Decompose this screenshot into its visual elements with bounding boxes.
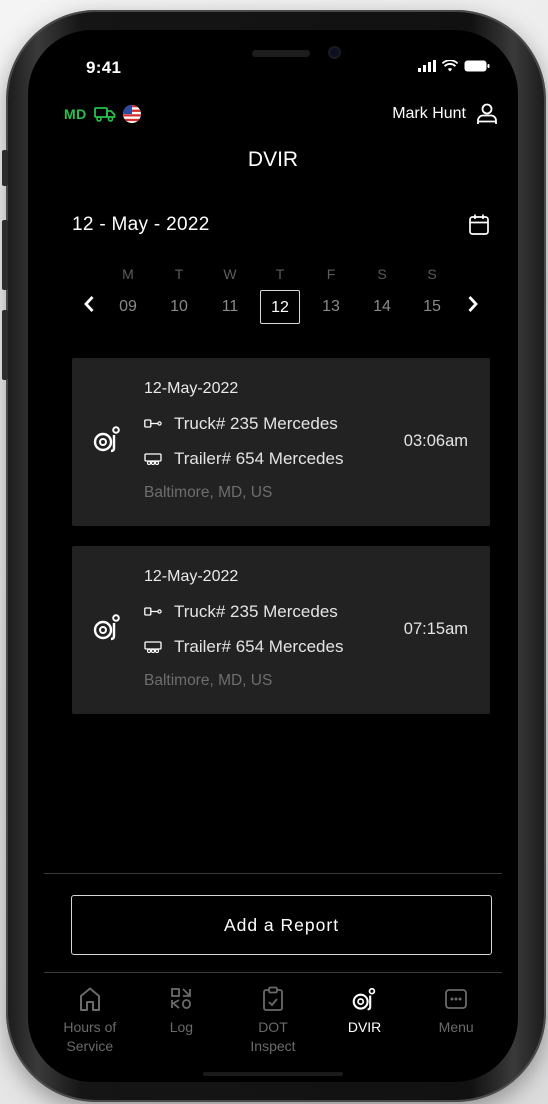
tab-label: Menu [438, 1019, 474, 1035]
trailer-line: Trailer# 654 Mercedes [144, 637, 343, 657]
day-name: T [174, 266, 184, 282]
status-time: 9:41 [86, 58, 122, 77]
trailer-icon [144, 641, 162, 653]
earpiece-speaker [252, 50, 310, 57]
day-wednesday[interactable]: W 11 [210, 266, 250, 324]
tab-label: Hours of Service [63, 1019, 117, 1054]
report-date: 12-May-2022 [144, 380, 239, 397]
dvir-icon [93, 614, 120, 641]
truck-line: Truck# 235 Mercedes [144, 414, 338, 434]
app-screen: 9:41 MD Mark Hunt DVIR 12 - May - 2022 M… [28, 30, 518, 1082]
report-location: Baltimore, MD, US [144, 672, 273, 689]
trailer-line: Trailer# 654 Mercedes [144, 449, 343, 469]
divider [44, 972, 502, 973]
home-icon [79, 987, 100, 1011]
day-name: F [326, 266, 336, 282]
truck-label: Truck# 235 Mercedes [174, 602, 338, 621]
day-number[interactable]: 09 [108, 290, 148, 324]
day-number[interactable]: 14 [362, 290, 402, 324]
trailer-label: Trailer# 654 Mercedes [174, 449, 344, 468]
chevron-left-icon [84, 296, 94, 312]
truck-label: Truck# 235 Mercedes [174, 414, 338, 433]
battery-icon [464, 60, 490, 72]
day-number[interactable]: 10 [159, 290, 199, 324]
truck-icon [93, 107, 116, 122]
day-name: M [122, 266, 134, 282]
volume-up-button [2, 220, 8, 290]
report-card[interactable]: 12-May-2022 Truck# 235 Mercedes Trailer#… [72, 358, 490, 526]
signal-icon [418, 60, 436, 72]
tab-label: DOT Inspect [250, 1019, 296, 1054]
day-friday[interactable]: F 13 [311, 266, 351, 324]
report-date: 12-May-2022 [144, 568, 239, 585]
day-number[interactable]: 13 [311, 290, 351, 324]
dvir-icon [352, 987, 375, 1011]
status-badges: MD [64, 105, 141, 123]
week-strip: M 09 T 10 W 11 T 12 F 13 S 14 S 15 [78, 266, 488, 326]
day-tuesday[interactable]: T 10 [159, 266, 199, 324]
truck-key-icon [144, 419, 162, 428]
day-number[interactable]: 15 [412, 290, 452, 324]
truck-key-icon [144, 607, 162, 616]
us-flag-icon [122, 105, 141, 123]
user-icon [477, 103, 497, 124]
next-week-arrow[interactable] [462, 292, 484, 316]
report-list: 12-May-2022 Truck# 235 Mercedes Trailer#… [72, 358, 490, 734]
day-number[interactable]: 11 [210, 290, 250, 324]
tab-label: Log [169, 1019, 194, 1035]
day-thursday-selected[interactable]: T 12 [260, 266, 300, 324]
report-card[interactable]: 12-May-2022 Truck# 235 Mercedes Trailer#… [72, 546, 490, 714]
day-name: W [223, 266, 237, 282]
user-name: Mark Hunt [392, 105, 466, 122]
chevron-right-icon [468, 296, 478, 312]
volume-down-button [2, 310, 8, 380]
tab-hours-of-service[interactable]: Hours of Service [44, 980, 136, 1070]
header-row: MD Mark Hunt [64, 100, 498, 128]
home-indicator [203, 1072, 343, 1076]
menu-icon [445, 989, 468, 1009]
day-monday[interactable]: M 09 [108, 266, 148, 324]
tab-menu[interactable]: Menu [410, 980, 502, 1070]
tab-bar: Hours of Service Log DOT Inspect DVIR Me… [44, 980, 502, 1070]
mute-switch [2, 150, 8, 186]
day-name: S [427, 266, 437, 282]
front-camera [328, 46, 341, 59]
clipboard-check-icon [263, 986, 283, 1011]
calendar-icon[interactable] [468, 213, 490, 237]
truck-line: Truck# 235 Mercedes [144, 602, 338, 622]
report-location: Baltimore, MD, US [144, 484, 273, 501]
date-header: 12 - May - 2022 [72, 210, 490, 240]
state-code: MD [64, 106, 87, 122]
tab-label: DVIR [347, 1019, 382, 1035]
tab-dvir[interactable]: DVIR [319, 980, 411, 1070]
day-name: S [377, 266, 387, 282]
trailer-label: Trailer# 654 Mercedes [174, 637, 344, 656]
current-date: 12 - May - 2022 [72, 214, 210, 235]
tab-dot-inspect[interactable]: DOT Inspect [227, 980, 319, 1070]
add-report-button[interactable]: Add a Report [71, 895, 492, 955]
log-icon [171, 988, 192, 1009]
dvir-icon [93, 426, 120, 453]
user-profile[interactable]: Mark Hunt [392, 102, 498, 126]
previous-week-arrow[interactable] [78, 292, 100, 316]
divider [44, 873, 502, 874]
page-title: DVIR [247, 148, 299, 171]
day-saturday[interactable]: S 14 [362, 266, 402, 324]
day-number-selected[interactable]: 12 [260, 290, 300, 324]
wifi-icon [442, 60, 458, 72]
day-name: T [275, 266, 285, 282]
status-indicators [418, 60, 490, 72]
tab-log[interactable]: Log [136, 980, 228, 1070]
trailer-icon [144, 453, 162, 465]
report-time: 03:06am [403, 432, 468, 450]
day-sunday[interactable]: S 15 [412, 266, 452, 324]
report-time: 07:15am [403, 620, 468, 638]
